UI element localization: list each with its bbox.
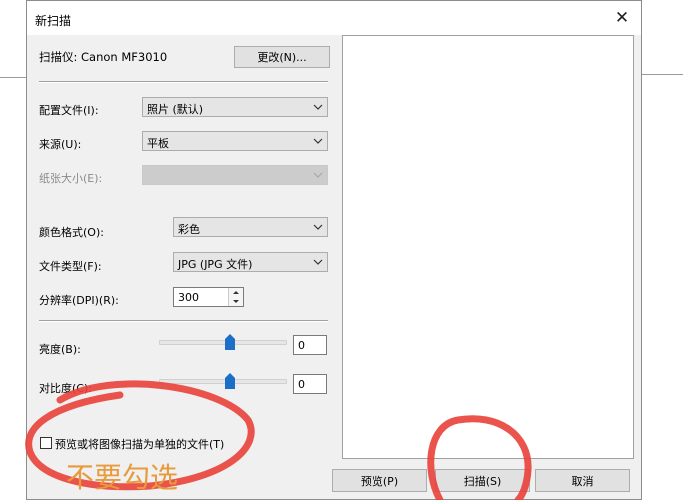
separator-1	[39, 81, 328, 83]
resolution-up-button[interactable]	[228, 288, 243, 297]
profile-select[interactable]: 照片 (默认)	[142, 97, 328, 117]
scan-preview-area	[342, 35, 634, 459]
chevron-down-icon	[313, 138, 323, 144]
brightness-slider-track[interactable]	[159, 340, 287, 345]
profile-value: 照片 (默认)	[147, 103, 204, 116]
color-format-label: 颜色格式(O):	[39, 226, 104, 239]
scan-button[interactable]: 扫描(S)	[435, 469, 530, 492]
color-format-value: 彩色	[178, 223, 200, 236]
file-type-value: JPG (JPG 文件)	[178, 258, 253, 271]
contrast-slider-track[interactable]	[159, 379, 287, 384]
chevron-down-icon	[313, 104, 323, 110]
resolution-label: 分辨率(DPI)(R):	[39, 294, 119, 307]
chevron-down-icon	[313, 259, 323, 265]
paper-size-label: 纸张大小(E):	[39, 172, 103, 185]
separator-2	[39, 320, 328, 322]
title-bar: 新扫描 ✕	[27, 1, 641, 35]
new-scan-dialog: 新扫描 ✕ 扫描仪: Canon MF3010 更改(N)... 配置文件(I)…	[26, 0, 642, 500]
preview-button[interactable]: 预览(P)	[332, 469, 427, 492]
source-label: 来源(U):	[39, 138, 82, 151]
scanner-label: 扫描仪: Canon MF3010	[39, 50, 168, 64]
contrast-value: 0	[298, 378, 305, 391]
caret-down-icon	[233, 300, 239, 303]
brightness-value: 0	[298, 339, 305, 352]
contrast-label: 对比度(C):	[39, 382, 92, 395]
close-icon[interactable]: ✕	[611, 7, 633, 29]
resolution-value: 300	[178, 291, 199, 304]
cancel-button[interactable]: 取消	[535, 469, 630, 492]
background-line-right	[642, 74, 683, 75]
contrast-input[interactable]: 0	[293, 374, 327, 394]
change-scanner-button[interactable]: 更改(N)...	[234, 46, 330, 68]
resolution-stepper[interactable]: 300	[173, 287, 244, 307]
resolution-down-button[interactable]	[228, 297, 243, 306]
background-line-left	[0, 77, 26, 78]
file-type-label: 文件类型(F):	[39, 260, 102, 273]
file-type-select[interactable]: JPG (JPG 文件)	[173, 252, 328, 272]
caret-up-icon	[233, 291, 239, 294]
separate-files-checkbox[interactable]	[40, 437, 52, 449]
brightness-label: 亮度(B):	[39, 343, 81, 356]
profile-label: 配置文件(I):	[39, 104, 99, 117]
window-title: 新扫描	[35, 14, 72, 28]
color-format-select[interactable]: 彩色	[173, 217, 328, 237]
annotation-text: 不要勾选	[66, 461, 179, 494]
contrast-slider-thumb[interactable]	[225, 373, 235, 389]
brightness-input[interactable]: 0	[293, 335, 327, 355]
source-value: 平板	[147, 137, 169, 150]
source-select[interactable]: 平板	[142, 131, 328, 151]
brightness-slider-thumb[interactable]	[225, 334, 235, 350]
separate-files-label[interactable]: 预览或将图像扫描为单独的文件(T)	[55, 436, 224, 452]
chevron-down-icon	[313, 172, 323, 178]
chevron-down-icon	[313, 224, 323, 230]
paper-size-select	[142, 165, 328, 185]
